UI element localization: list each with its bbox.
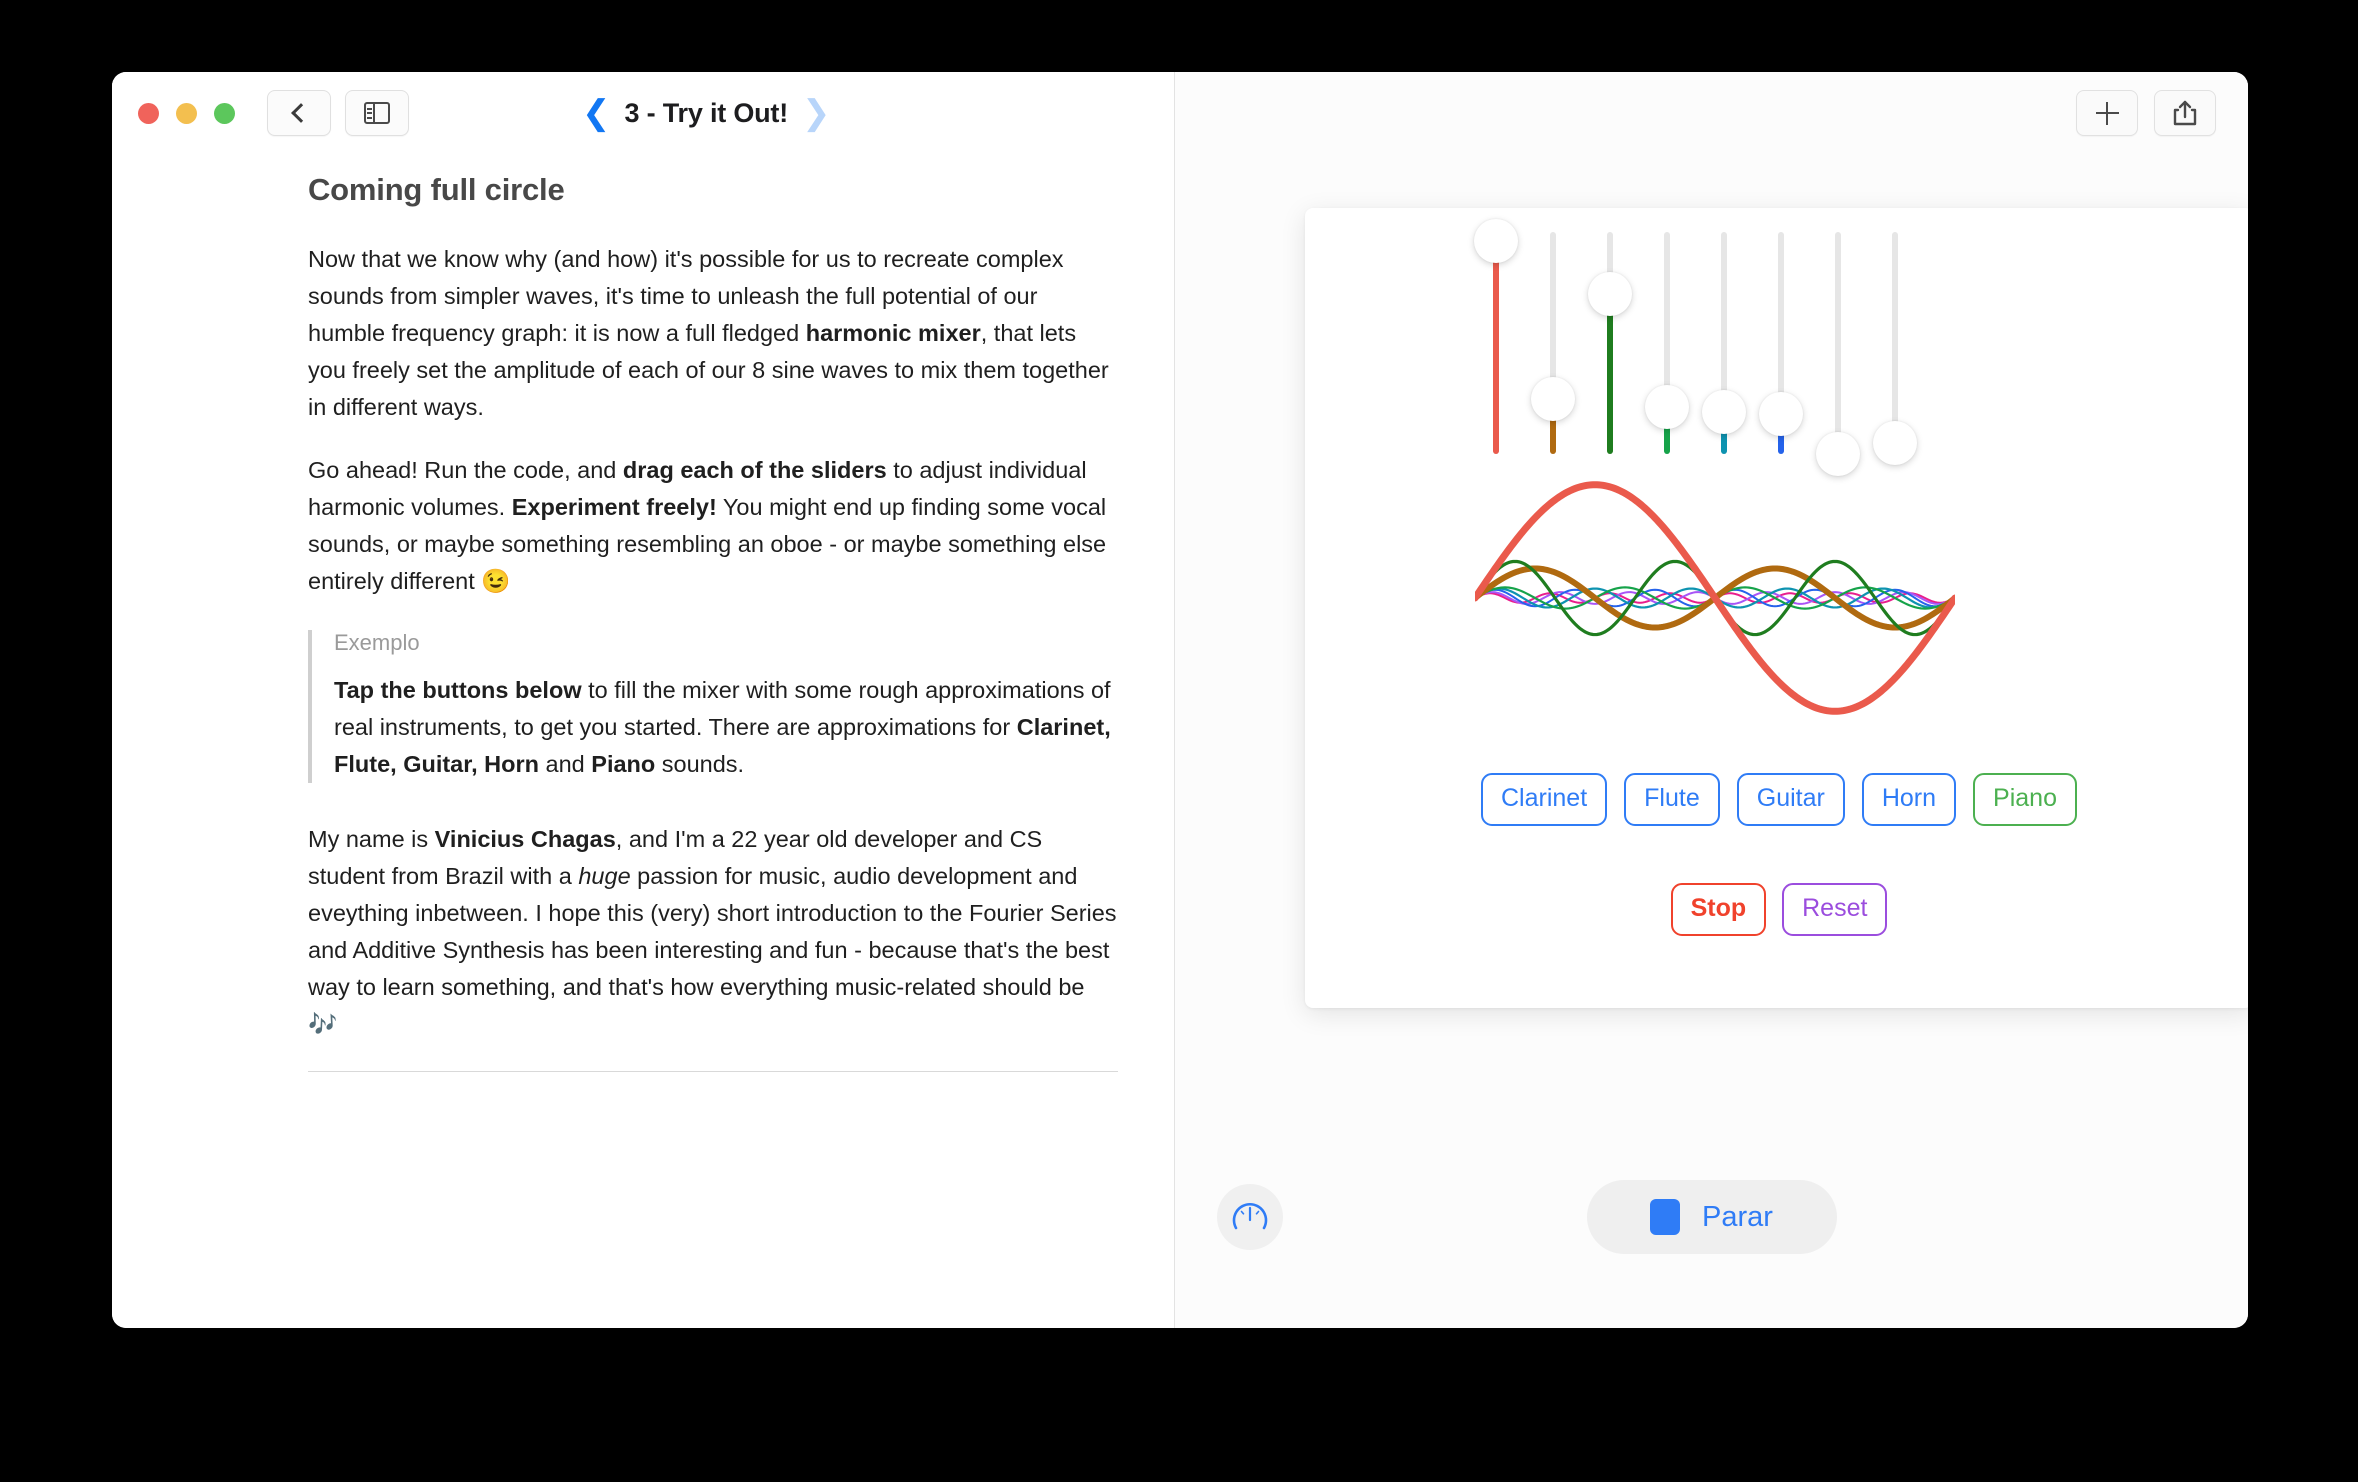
share-icon	[2173, 100, 2197, 125]
document-pane: ❮ 3 - Try it Out! ❯ Coming full circle N…	[112, 72, 1175, 1328]
slider-knob[interactable]	[1474, 218, 1518, 263]
paragraph-author: My name is Vinicius Chagas, and I'm a 22…	[308, 821, 1118, 1043]
page-heading: Coming full circle	[308, 172, 565, 207]
harmonic-slider-4[interactable]	[1645, 232, 1689, 454]
callout-block: Exemplo Tap the buttons below to fill th…	[308, 630, 1118, 783]
live-view-card: Clarinet Flute Guitar Horn Piano Stop Reset	[1305, 208, 2248, 1008]
waveform-plot	[1471, 458, 1959, 738]
slider-knob[interactable]	[1588, 272, 1632, 317]
traffic-lights	[138, 102, 235, 124]
harmonic-slider-7[interactable]	[1816, 232, 1860, 476]
close-button[interactable]	[138, 102, 159, 124]
paragraph-instructions: Go ahead! Run the code, and drag each of…	[308, 452, 1118, 600]
instrument-button-guitar[interactable]: Guitar	[1736, 773, 1845, 826]
text-bold: Experiment freely!	[511, 494, 717, 520]
text-run: My name is	[308, 826, 435, 852]
text-bold: Tap the buttons below	[334, 677, 582, 703]
sidebar-icon	[364, 102, 390, 124]
instrument-button-flute[interactable]: Flute	[1624, 773, 1720, 826]
live-view-pane: Clarinet Flute Guitar Horn Piano Stop Reset P…	[1175, 72, 2248, 1328]
minimize-button[interactable]	[176, 102, 197, 124]
back-button[interactable]	[267, 90, 331, 136]
window-titlebar: ❮ 3 - Try it Out! ❯	[112, 72, 1174, 154]
playgrounds-window: ❮ 3 - Try it Out! ❯ Coming full circle N…	[112, 72, 2248, 1328]
harmonic-slider-6[interactable]	[1759, 232, 1803, 454]
text-bold: harmonic mixer	[805, 320, 981, 346]
paragraph-intro: Now that we know why (and how) it's poss…	[308, 241, 1118, 426]
harmonic-mixer-sliders[interactable]	[1474, 218, 1933, 476]
speed-button[interactable]	[1217, 1184, 1283, 1250]
transport-buttons: Stop Reset	[1305, 883, 2248, 936]
instrument-preset-buttons: Clarinet Flute Guitar Horn Piano	[1305, 773, 2248, 826]
text-run: Go ahead! Run the code, and	[308, 457, 623, 483]
run-stop-button[interactable]: Parar	[1586, 1180, 1837, 1254]
harmonic-slider-2[interactable]	[1531, 232, 1575, 454]
run-button-label: Parar	[1702, 1200, 1773, 1233]
slider-fill	[1493, 240, 1499, 454]
harmonic-wave-1	[1471, 481, 1959, 715]
slider-knob[interactable]	[1702, 389, 1746, 434]
slider-fill	[1607, 294, 1613, 454]
instrument-button-clarinet[interactable]: Clarinet	[1481, 773, 1608, 826]
instrument-button-piano[interactable]: Piano	[1973, 773, 2077, 826]
reset-button[interactable]: Reset	[1782, 883, 1888, 936]
live-view-bottom-bar: Parar	[1175, 1148, 2248, 1328]
stop-square-icon	[1650, 1199, 1681, 1235]
speedometer-icon	[1232, 1202, 1268, 1230]
harmonic-slider-8[interactable]	[1873, 232, 1917, 465]
previous-page-icon[interactable]: ❮	[582, 96, 611, 130]
text-bold: Vinicius Chagas	[434, 826, 616, 852]
slider-knob[interactable]	[1759, 392, 1803, 437]
callout-text: Tap the buttons below to fill the mixer …	[334, 672, 1118, 783]
slider-knob[interactable]	[1531, 376, 1575, 421]
slider-track	[1835, 232, 1841, 454]
text-bold: Piano	[591, 751, 656, 777]
harmonic-slider-3[interactable]	[1588, 232, 1632, 454]
text-italic: huge	[578, 863, 631, 889]
next-page-icon[interactable]: ❯	[802, 96, 831, 130]
live-view-toolbar	[2076, 72, 2248, 154]
harmonic-slider-5[interactable]	[1702, 232, 1746, 454]
page-title: 3 - Try it Out!	[624, 97, 789, 128]
page-navigator: ❮ 3 - Try it Out! ❯	[582, 96, 831, 130]
callout-label: Exemplo	[334, 630, 420, 655]
instrument-button-horn[interactable]: Horn	[1861, 773, 1957, 826]
harmonic-slider-1[interactable]	[1474, 218, 1518, 454]
sidebar-toggle-button[interactable]	[345, 90, 409, 136]
stop-button[interactable]: Stop	[1670, 883, 1767, 936]
text-run: passion for music, audio development and…	[308, 863, 1117, 1037]
chevron-left-icon	[291, 103, 311, 123]
text-bold: drag each of the sliders	[622, 457, 887, 483]
divider	[308, 1071, 1118, 1072]
zoom-button[interactable]	[214, 102, 235, 124]
plus-icon	[2095, 101, 2119, 125]
slider-knob[interactable]	[1645, 385, 1689, 430]
add-button[interactable]	[2076, 90, 2138, 136]
text-run: and	[538, 751, 592, 777]
article-content: Coming full circle Now that we know why …	[112, 154, 1174, 1072]
text-run: sounds.	[655, 751, 745, 777]
share-button[interactable]	[2154, 90, 2216, 136]
